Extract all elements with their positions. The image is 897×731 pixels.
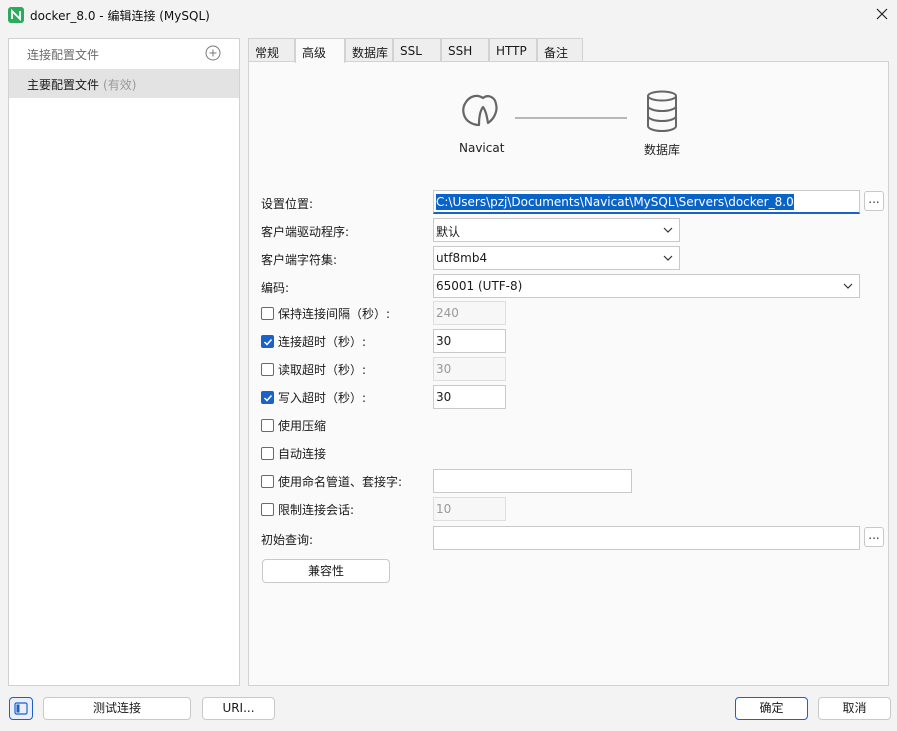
profile-item-main[interactable]: 主要配置文件 (有效) (9, 69, 239, 98)
encoding-select[interactable]: 65001 (UTF-8) (433, 274, 860, 298)
tab-notes[interactable]: 备注 (537, 38, 583, 62)
test-connection-button[interactable]: 测试连接 (43, 697, 191, 720)
connector-line (515, 117, 627, 119)
use-compression-checkbox[interactable] (261, 418, 274, 432)
chevron-down-icon (663, 255, 673, 261)
database-icon (647, 90, 677, 132)
add-profile-icon[interactable] (205, 45, 221, 61)
use-compression-label: 使用压缩 (278, 418, 327, 433)
named-pipe-input[interactable] (433, 469, 632, 493)
tab-general[interactable]: 常规 (248, 38, 295, 62)
connect-timeout-label: 连接超时（秒）: (278, 334, 367, 349)
navicat-app-icon (8, 7, 24, 23)
auto-connect-label: 自动连接 (278, 446, 327, 461)
named-pipe-label: 使用命名管道、套接字: (278, 474, 403, 489)
client-driver-select[interactable]: 默认 (433, 218, 680, 242)
uri-button[interactable]: URI... (202, 697, 275, 720)
keepalive-row: 保持连接间隔（秒）: (261, 305, 390, 321)
chevron-down-icon (663, 227, 673, 233)
navicat-logo-icon (462, 94, 498, 127)
database-label: 数据库 (644, 143, 681, 157)
read-timeout-input[interactable]: 30 (433, 357, 506, 381)
limit-sessions-checkbox[interactable] (261, 502, 274, 516)
named-pipe-checkbox[interactable] (261, 474, 274, 488)
client-charset-label: 客户端字符集: (261, 253, 338, 267)
compatibility-button[interactable]: 兼容性 (262, 559, 390, 583)
profile-header: 连接配置文件 (9, 39, 239, 68)
tab-ssl[interactable]: SSL (393, 38, 441, 62)
read-timeout-label: 读取超时（秒）: (278, 362, 367, 377)
write-timeout-label: 写入超时（秒）: (278, 390, 367, 405)
cancel-button[interactable]: 取消 (818, 697, 891, 720)
write-timeout-input[interactable]: 30 (433, 385, 506, 409)
connect-timeout-input[interactable]: 30 (433, 329, 506, 353)
write-timeout-row: 写入超时（秒）: (261, 389, 366, 405)
named-pipe-row: 使用命名管道、套接字: (261, 473, 402, 489)
sidebar-panel-icon (14, 702, 28, 715)
navicat-label: Navicat (459, 141, 505, 155)
encoding-label: 编码: (261, 281, 290, 295)
connect-timeout-checkbox[interactable] (261, 334, 274, 348)
limit-sessions-label: 限制连接会话: (278, 502, 355, 517)
init-query-input[interactable] (433, 526, 860, 550)
client-charset-value: utf8mb4 (436, 251, 488, 265)
advanced-tab-content: Navicat 数据库 设置位置: C:\Users\pzj\Documents… (248, 61, 889, 686)
close-icon (876, 8, 888, 20)
client-driver-value: 默认 (436, 225, 461, 239)
client-driver-label: 客户端驱动程序: (261, 225, 350, 239)
keepalive-checkbox[interactable] (261, 306, 274, 320)
connect-timeout-row: 连接超时（秒）: (261, 333, 366, 349)
title-bar: docker_8.0 - 编辑连接 (MySQL) (0, 0, 897, 30)
tab-advanced[interactable]: 高级 (295, 38, 345, 63)
read-timeout-checkbox[interactable] (261, 362, 274, 376)
checkmark-icon (263, 338, 273, 346)
chevron-down-icon (843, 283, 853, 289)
settings-location-value: C:\Users\pzj\Documents\Navicat\MySQL\Ser… (436, 194, 794, 210)
profile-header-label: 连接配置文件 (27, 48, 100, 62)
auto-connect-checkbox[interactable] (261, 446, 274, 460)
tab-ssh[interactable]: SSH (441, 38, 489, 62)
toggle-sidebar-button[interactable] (9, 697, 33, 720)
settings-location-browse-button[interactable]: ... (864, 191, 884, 211)
profile-item-label: 主要配置文件 (27, 78, 100, 92)
keepalive-input[interactable]: 240 (433, 301, 506, 325)
write-timeout-checkbox[interactable] (261, 390, 274, 404)
tab-http[interactable]: HTTP (489, 38, 537, 62)
auto-connect-row: 自动连接 (261, 445, 326, 461)
checkmark-icon (263, 394, 273, 402)
profile-active-badge: (有效) (103, 78, 137, 92)
use-compression-row: 使用压缩 (261, 417, 326, 433)
read-timeout-row: 读取超时（秒）: (261, 361, 366, 377)
connection-profile-panel: 连接配置文件 主要配置文件 (有效) (8, 38, 240, 686)
limit-sessions-row: 限制连接会话: (261, 501, 354, 517)
limit-sessions-input[interactable]: 10 (433, 497, 506, 521)
init-query-browse-button[interactable]: ... (864, 527, 884, 547)
close-window-button[interactable] (867, 0, 897, 28)
keepalive-label: 保持连接间隔（秒）: (278, 306, 391, 321)
settings-location-input[interactable]: C:\Users\pzj\Documents\Navicat\MySQL\Ser… (433, 190, 860, 214)
client-charset-select[interactable]: utf8mb4 (433, 246, 680, 270)
encoding-value: 65001 (UTF-8) (436, 279, 523, 293)
settings-location-label: 设置位置: (261, 197, 314, 211)
init-query-label: 初始查询: (261, 533, 314, 547)
ok-button[interactable]: 确定 (735, 697, 808, 720)
tab-database[interactable]: 数据库 (345, 38, 393, 62)
connection-diagram: Navicat 数据库 (249, 62, 890, 172)
window-title: docker_8.0 - 编辑连接 (MySQL) (30, 9, 210, 23)
